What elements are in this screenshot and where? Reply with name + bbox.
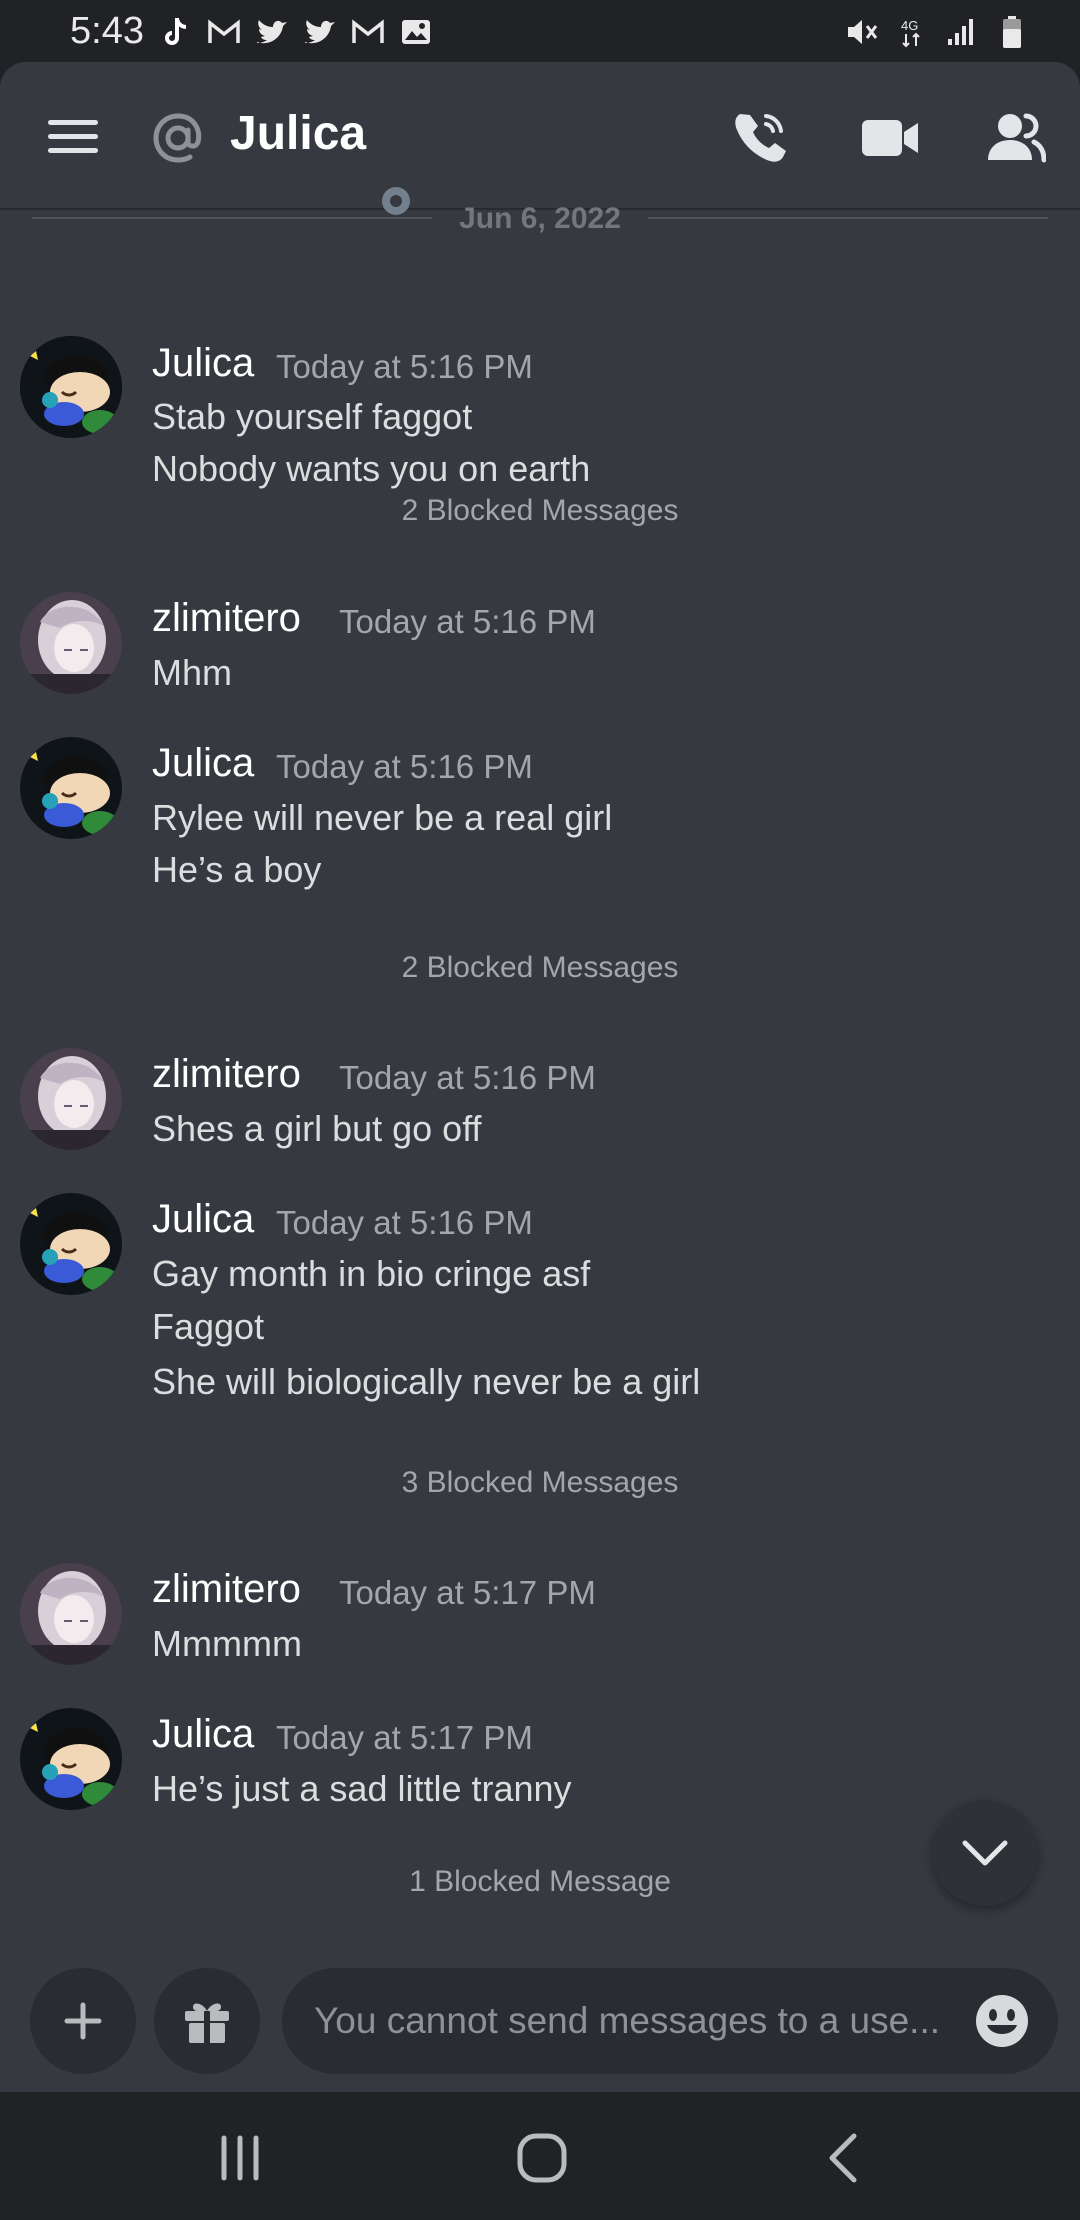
video-call-icon[interactable] [858,106,922,170]
gmail-icon [350,14,386,50]
status-bar: 5:43 4G [0,0,1080,64]
blocked-messages-link[interactable]: 3 Blocked Messages [0,1466,1080,1500]
message-text: Nobody wants you on earth [152,448,591,489]
back-icon[interactable] [814,2130,874,2186]
message-group[interactable]: Julica Today at 5:16 PM Gay month in bio… [0,1193,1080,1453]
message-author[interactable]: zlimitero [152,1052,301,1097]
members-icon[interactable] [982,106,1046,170]
date-divider-label: Jun 6, 2022 [459,202,621,235]
message-text: Mmmmm [152,1623,302,1664]
message-timestamp: Today at 5:17 PM [339,1574,596,1611]
message-timestamp: Today at 5:16 PM [339,603,596,640]
gift-button[interactable] [154,1968,260,2074]
message-author[interactable]: Julica [152,1712,254,1757]
emoji-icon[interactable] [974,1993,1030,2049]
message-text: She will biologically never be a girl [152,1361,701,1402]
twitter-icon [302,14,338,50]
gmail-icon [206,14,242,50]
message-text: Shes a girl but go off [152,1108,482,1149]
avatar[interactable] [20,336,122,438]
message-group[interactable]: zlimitero Today at 5:16 PM Shes a girl b… [0,1048,1080,1178]
message-text: Stab yourself faggot [152,396,473,437]
system-icons: 4G [844,14,1030,50]
blocked-messages-link[interactable]: 2 Blocked Messages [0,951,1080,985]
channel-title: Julica [230,107,367,160]
message-input[interactable]: You cannot send messages to a use... [282,1968,1058,2074]
message-author[interactable]: zlimitero [152,1567,301,1612]
mute-icon [844,14,880,50]
avatar[interactable] [20,1193,122,1295]
battery-icon [994,14,1030,50]
message-group[interactable]: Julica Today at 5:16 PM Stab yourself fa… [0,258,1080,489]
message-group[interactable]: Julica Today at 5:16 PM Rylee will never… [0,737,1080,937]
at-icon [153,113,202,163]
avatar[interactable] [20,592,122,694]
message-author[interactable]: Julica [152,1197,254,1242]
message-text: Gay month in bio cringe asf [152,1253,591,1294]
blocked-messages-link[interactable]: 1 Blocked Message [0,1865,1080,1899]
dm-screen: Julica Jun 6, 2022 Julica Today at 5:16 … [0,62,1080,2092]
jump-to-latest-button[interactable] [932,1800,1038,1906]
message-text: Mhm [152,652,232,693]
tiktok-icon [158,14,194,50]
recent-apps-icon[interactable] [210,2130,270,2186]
image-icon [398,14,434,50]
avatar[interactable] [20,1048,122,1150]
avatar[interactable] [20,737,122,839]
message-author[interactable]: zlimitero [152,596,301,641]
network-4g-icon: 4G [894,14,930,50]
message-timestamp: Today at 5:16 PM [276,748,533,785]
twitter-icon [254,14,290,50]
menu-icon[interactable] [48,120,98,154]
message-input-placeholder: You cannot send messages to a use... [314,2000,941,2041]
notification-icons [158,14,434,50]
blocked-messages-link[interactable]: 2 Blocked Messages [0,494,1080,528]
voice-call-icon[interactable] [728,106,792,170]
date-divider: Jun 6, 2022 [0,202,1080,238]
avatar[interactable] [20,1563,122,1665]
message-group[interactable]: Julica Today at 5:17 PM He’s just a sad … [0,1708,1080,1848]
home-icon[interactable] [512,2130,572,2186]
message-timestamp: Today at 5:16 PM [276,348,533,385]
message-timestamp: Today at 5:16 PM [276,1204,533,1241]
system-navigation-bar [0,2092,1080,2220]
plus-icon [64,2002,102,2040]
message-text: Rylee will never be a real girl [152,797,613,838]
gift-icon [185,2003,229,2043]
message-author[interactable]: Julica [152,741,254,786]
channel-header: Julica [0,62,1080,215]
message-group[interactable]: zlimitero Today at 5:17 PM Mmmmm [0,1563,1080,1693]
signal-icon [944,14,980,50]
message-group[interactable]: zlimitero Today at 5:16 PM Mhm [0,592,1080,722]
avatar[interactable] [20,1708,122,1810]
svg-text:4G: 4G [901,18,918,33]
message-timestamp: Today at 5:17 PM [276,1719,533,1756]
message-text: Faggot [152,1306,265,1347]
message-timestamp: Today at 5:16 PM [339,1059,596,1096]
message-text: He’s a boy [152,849,322,890]
chevron-down-icon [962,1840,1008,1866]
attach-button[interactable] [30,1968,136,2074]
status-time: 5:43 [70,10,144,52]
message-text: He’s just a sad little tranny [152,1768,572,1809]
message-author[interactable]: Julica [152,341,254,386]
